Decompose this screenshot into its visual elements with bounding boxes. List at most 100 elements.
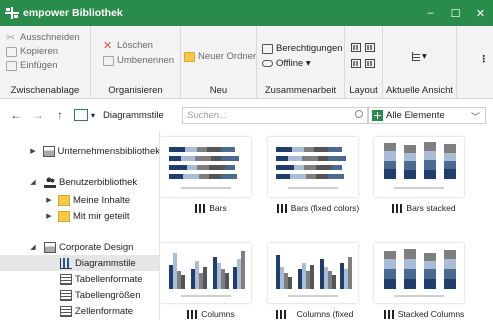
sidebar-item-cell-formats[interactable]: Zellenformate <box>0 303 159 319</box>
clipboard-group: ✂ Ausschneiden Kopieren Einfügen Zwische… <box>0 26 91 99</box>
filter-value: Alle Elemente <box>386 110 445 121</box>
breadcrumb[interactable]: Diagrammstile <box>103 110 164 121</box>
copy-icon <box>6 46 17 57</box>
expand-icon[interactable]: ▶ <box>44 196 54 204</box>
collaboration-group: Berechtigungen Offline ▾ Zusammenarbeit <box>257 26 345 99</box>
clipboard-group-label: Zwischenablage <box>10 85 80 96</box>
collapse-icon[interactable]: ◢ <box>28 243 38 251</box>
sidebar-item-label: Diagrammstile <box>75 257 136 269</box>
paste-button[interactable]: Einfügen <box>6 60 58 71</box>
sidebar-item-company-library[interactable]: ▶ Unternehmensbibliothek <box>0 143 160 159</box>
rename-label: Umbenennen <box>117 55 175 66</box>
paste-label: Einfügen <box>20 60 58 71</box>
chart-icon <box>60 257 72 269</box>
tile-label: Bars <box>161 203 261 213</box>
search-input[interactable]: Suchen... <box>182 107 368 124</box>
expand-icon[interactable]: ▶ <box>28 147 38 155</box>
sidebar-item-user-library[interactable]: ◢ Benutzerbibliothek <box>0 174 159 190</box>
folder-icon <box>58 194 70 206</box>
sidebar-item-table-sizes[interactable]: Tabellengrößen <box>0 287 159 303</box>
sidebar-item-label: Tabellenformate <box>75 273 143 285</box>
layout-group-label: Layout <box>349 85 378 96</box>
table-icon <box>60 289 72 301</box>
sidebar-item-chart-styles[interactable]: Diagrammstile <box>0 255 159 271</box>
offline-label: Offline ▾ <box>276 58 311 69</box>
sidebar-item-shared-with-me[interactable]: ▶ Mit mir geteilt <box>0 208 159 224</box>
breadcrumb-dropdown[interactable]: ▾ <box>91 111 95 120</box>
search-icon[interactable] <box>355 110 363 118</box>
delete-label: Löschen <box>117 40 153 51</box>
chart-style-icon <box>276 204 287 213</box>
sort-icon <box>412 52 420 61</box>
layout-details-icon[interactable] <box>365 43 375 52</box>
new-group: Neuer Ordner Neu <box>181 26 257 99</box>
delete-button[interactable]: ✕ Löschen <box>103 40 153 51</box>
maximize-button[interactable]: ☐ <box>443 0 468 26</box>
library-icon <box>42 145 55 157</box>
delete-icon: ✕ <box>103 39 113 52</box>
chart-style-icon <box>392 204 403 213</box>
app-logo-icon <box>5 7 19 19</box>
chart-style-icon <box>187 310 198 319</box>
stacked-columns-thumbnail <box>374 243 464 303</box>
window-title: empower Bibliothek <box>23 7 123 19</box>
permissions-button[interactable]: Berechtigungen <box>262 43 343 54</box>
tile-title: Columns (fixed colors) <box>296 309 354 320</box>
new-folder-button[interactable]: Neuer Ordner <box>184 51 256 62</box>
minimize-button[interactable]: – <box>418 0 443 26</box>
tile-title: Columns <box>201 309 235 319</box>
library-tree: ▶ Unternehmensbibliothek ◢ Benutzerbibli… <box>0 131 160 320</box>
offline-button[interactable]: Offline ▾ <box>262 58 311 69</box>
forward-button[interactable]: → <box>30 108 46 122</box>
sort-dropdown-button[interactable]: ▾ <box>412 51 427 62</box>
sidebar-item-table-formats[interactable]: Tabellenformate <box>0 271 159 287</box>
back-button[interactable]: ← <box>8 108 24 122</box>
new-group-label: Neu <box>209 85 228 96</box>
layout-list-icon[interactable] <box>351 43 361 52</box>
collapse-icon[interactable]: ◢ <box>28 178 38 186</box>
expand-icon[interactable]: ▶ <box>44 212 54 220</box>
current-view-group: ▾ Aktuelle Ansicht <box>383 26 457 99</box>
chart-style-icon <box>195 204 206 213</box>
sidebar-item-label: Zellenformate <box>75 305 134 317</box>
tile-label: Bars stacked <box>374 203 474 213</box>
up-button[interactable]: ↑ <box>52 108 68 122</box>
sidebar-item-my-content[interactable]: ▶ Meine Inhalte <box>0 192 159 208</box>
users-icon <box>44 176 56 188</box>
title-bar: empower Bibliothek – ☐ ✕ <box>0 0 493 26</box>
copy-button[interactable]: Kopieren <box>6 46 58 57</box>
tile-title: Bars <box>209 203 227 213</box>
tile-title: Stacked Columns <box>397 309 465 319</box>
layout-content-icon[interactable] <box>365 59 375 68</box>
current-view-group-label: Aktuelle Ansicht <box>385 85 454 96</box>
filter-add-icon <box>372 110 383 121</box>
cut-label: Ausschneiden <box>20 32 80 43</box>
tile-label: Bars (fixed colors) <box>268 203 368 213</box>
tile-label: Stacked Columns <box>374 309 474 319</box>
cut-button[interactable]: ✂ Ausschneiden <box>6 32 80 43</box>
tile-title: Bars (fixed colors) <box>290 203 360 213</box>
bars-fixed-thumbnail <box>268 137 358 197</box>
sidebar-item-label: Tabellengrößen <box>75 289 141 301</box>
scissors-icon: ✂ <box>6 31 16 44</box>
permissions-label: Berechtigungen <box>276 43 343 54</box>
chart-style-icon <box>276 310 286 319</box>
sidebar-item-label: Unternehmensbibliothek <box>57 145 160 157</box>
tile-title: Bars stacked <box>406 203 456 213</box>
chart-style-icon <box>74 109 88 121</box>
content-area: Bars Bars (fixed colors) Bars stacked Co… <box>161 131 493 320</box>
tile-label: Columns (fixed colors) <box>268 309 368 320</box>
table-icon <box>60 305 72 317</box>
bars-stacked-thumbnail <box>374 137 464 197</box>
sort-dropdown-chevron: ▾ <box>422 51 427 62</box>
rename-button[interactable]: Umbenennen <box>103 55 174 66</box>
filter-select[interactable]: Alle Elemente ﹀ <box>368 107 486 124</box>
paste-icon <box>6 60 17 71</box>
ribbon-overflow-button[interactable]: ⋮ <box>479 54 489 65</box>
sidebar-item-corporate-design[interactable]: ◢ Corporate Design <box>0 239 159 255</box>
layout-tiles-icon[interactable] <box>351 59 361 68</box>
permissions-icon <box>262 43 273 54</box>
sidebar-item-label: Benutzerbibliothek <box>59 176 138 188</box>
close-button[interactable]: ✕ <box>468 0 493 26</box>
rename-icon <box>103 55 114 66</box>
